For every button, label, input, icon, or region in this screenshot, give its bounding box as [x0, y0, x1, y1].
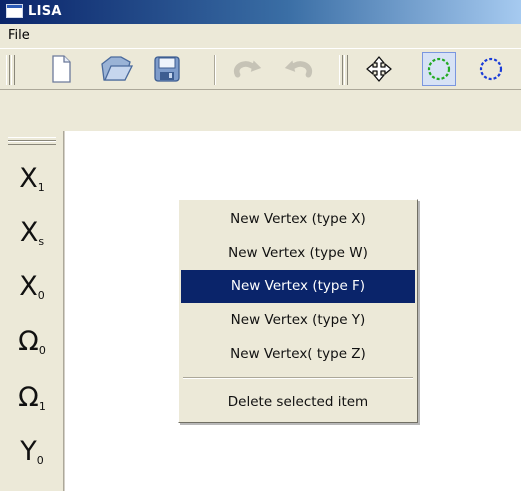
palette-omega0[interactable]: Ω0: [8, 322, 56, 362]
context-menu: New Vertex (type X) New Vertex (type W) …: [178, 199, 418, 423]
palette-grip[interactable]: [8, 141, 56, 145]
toolbar-grip[interactable]: [339, 55, 343, 85]
app-window-icon: [6, 4, 23, 18]
title-bar: LISA: [0, 0, 521, 24]
blue-dashed-circle-icon: [479, 57, 503, 81]
toolbar-grip[interactable]: [11, 55, 15, 85]
menu-new-vertex-f[interactable]: New Vertex (type F): [181, 270, 415, 303]
green-circle-tool-button[interactable]: [422, 52, 456, 86]
move-button[interactable]: [362, 52, 396, 86]
menu-new-vertex-w[interactable]: New Vertex (type W): [181, 237, 415, 270]
toolbar-grip[interactable]: [344, 55, 348, 85]
undo-icon: [233, 60, 262, 78]
menu-file[interactable]: File: [0, 24, 38, 48]
palette-x0[interactable]: X0: [8, 267, 56, 307]
new-file-button[interactable]: [44, 52, 78, 86]
new-file-icon: [52, 55, 71, 83]
move-arrows-icon: [366, 56, 392, 82]
redo-icon: [284, 60, 313, 78]
open-button[interactable]: [99, 52, 133, 86]
palette-y0[interactable]: Y0: [8, 432, 56, 472]
menu-new-vertex-x[interactable]: New Vertex (type X): [181, 203, 415, 236]
open-folder-icon: [101, 56, 133, 81]
blue-circle-tool-button[interactable]: [474, 52, 508, 86]
save-icon: [154, 56, 180, 82]
undo-button[interactable]: [230, 52, 264, 86]
palette-omega1[interactable]: Ω1: [8, 378, 56, 418]
redo-button[interactable]: [282, 52, 316, 86]
green-dashed-circle-icon: [427, 57, 451, 81]
palette-xs[interactable]: Xs: [8, 213, 56, 253]
menu-new-vertex-y[interactable]: New Vertex (type Y): [181, 304, 415, 337]
window-title: LISA: [28, 4, 62, 19]
lisa-window: LISA File X1 Xs X0 Ω0 Ω1 Y0 New Vertex (…: [0, 0, 521, 491]
toolbar: [0, 48, 521, 90]
menu-delete-selected[interactable]: Delete selected item: [181, 386, 415, 419]
menu-bar: File: [0, 24, 521, 48]
save-button[interactable]: [150, 52, 184, 86]
menu-separator: [183, 377, 413, 379]
vertex-palette: X1 Xs X0 Ω0 Ω1 Y0: [0, 131, 64, 491]
toolbar-grip[interactable]: [6, 55, 10, 85]
palette-x1[interactable]: X1: [8, 159, 56, 199]
menu-new-vertex-z[interactable]: New Vertex( type Z): [181, 338, 415, 371]
toolbar-separator: [214, 55, 215, 85]
